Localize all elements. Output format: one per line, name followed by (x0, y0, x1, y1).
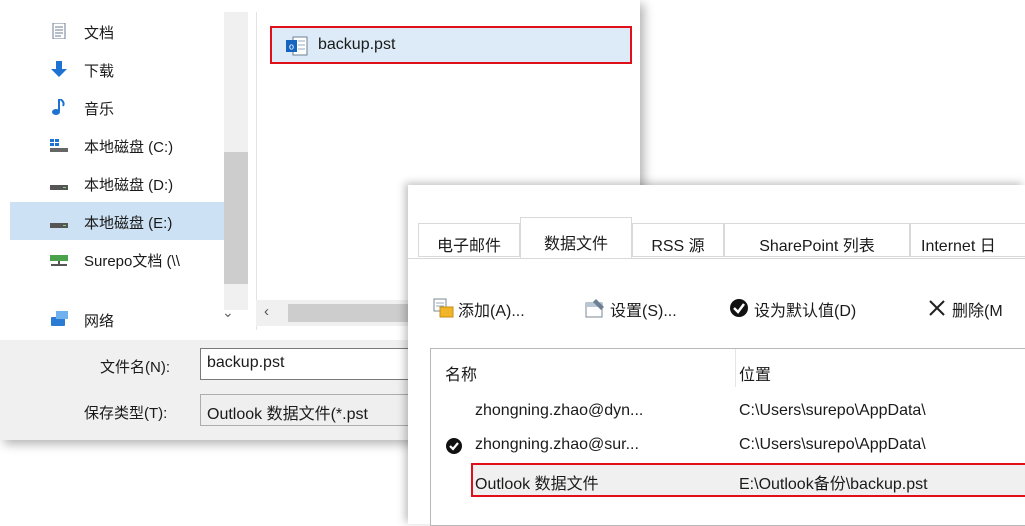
nav-item-network[interactable]: 网络 (10, 300, 248, 338)
column-header-location[interactable]: 位置 (739, 361, 771, 385)
tab-rss-feeds[interactable]: RSS 源 (632, 223, 724, 257)
filetype-label: 保存类型(T): (84, 405, 168, 422)
settings-button-label: 设置(S)... (610, 303, 677, 320)
nav-item-label: 下载 (84, 63, 115, 80)
set-default-button-label: 设为默认值(D) (754, 303, 857, 320)
download-arrow-icon (51, 61, 67, 77)
close-icon (929, 300, 945, 316)
delete-button-label: 删除(M (952, 303, 1003, 320)
drive-icon (50, 223, 68, 228)
tab-internet-calendars[interactable]: Internet 日 (910, 223, 1025, 257)
settings-button[interactable]: 设置(S)... (584, 293, 712, 323)
filetype-select[interactable]: Outlook 数据文件(*.pst (200, 394, 430, 426)
scrollbar-thumb[interactable] (224, 152, 248, 284)
nav-item-label: 本地磁盘 (E:) (84, 215, 173, 232)
row-location: E:\Outlook备份\backup.pst (739, 476, 928, 493)
tab-data-files[interactable]: 数据文件 (520, 217, 632, 259)
row-location: C:\Users\surepo\AppData\ (739, 436, 926, 453)
account-settings-dialog: 电子邮件 数据文件 RSS 源 SharePoint 列表 Internet 日… (408, 185, 1025, 526)
network-icon (51, 311, 68, 326)
tab-sharepoint-lists[interactable]: SharePoint 列表 (724, 223, 910, 257)
column-divider[interactable] (735, 349, 736, 387)
row-name: zhongning.zhao@sur... (475, 436, 639, 453)
delete-button[interactable]: 删除(M (926, 293, 1025, 323)
add-button-label: 添加(A)... (458, 303, 525, 320)
table-row-outlook-data-file[interactable]: Outlook 数据文件 E:\Outlook备份\backup.pst (471, 463, 1025, 497)
chevron-down-icon[interactable]: ⌄ (222, 304, 234, 321)
nav-item-drive-d[interactable]: 本地磁盘 (D:) (10, 164, 248, 202)
file-name: backup.pst (318, 36, 396, 53)
chevron-left-icon[interactable]: ‹ (264, 303, 269, 320)
data-files-toolbar: 添加(A)... 设置(S)... 设为默认值(D) 删除(M (408, 293, 1025, 323)
file-item-backup-pst[interactable]: o backup.pst (270, 26, 632, 64)
nav-item-downloads[interactable]: 下载 (10, 50, 248, 88)
nav-item-drive-e[interactable]: 本地磁盘 (E:) (10, 202, 248, 240)
set-default-button[interactable]: 设为默认值(D) (728, 293, 908, 323)
column-header-name[interactable]: 名称 (445, 361, 477, 385)
nav-item-label: 本地磁盘 (C:) (84, 139, 174, 156)
nav-item-label: 文档 (84, 25, 115, 42)
nav-item-music[interactable]: 音乐 (10, 88, 248, 126)
settings-icon (585, 299, 604, 318)
row-name: zhongning.zhao@dyn... (475, 402, 644, 419)
filename-input[interactable]: backup.pst (200, 348, 430, 380)
table-row[interactable]: zhongning.zhao@sur... C:\Users\surepo\Ap… (431, 429, 1025, 463)
nav-item-drive-c[interactable]: 本地磁盘 (C:) (10, 126, 248, 164)
tab-email[interactable]: 电子邮件 (418, 223, 520, 257)
nav-vertical-scrollbar[interactable] (224, 12, 248, 310)
drive-icon (50, 185, 68, 190)
nav-item-label: 音乐 (84, 101, 115, 118)
document-icon (52, 23, 66, 39)
navigation-pane: 文档 下载 音乐 本地磁盘 (C:) 本地磁盘 (D:) 本地磁盘 (E:) S… (10, 12, 248, 338)
row-name: Outlook 数据文件 (475, 476, 599, 493)
nav-item-label: Surepo文档 (\\ (84, 253, 180, 270)
add-button[interactable]: 添加(A)... (432, 293, 564, 323)
system-drive-icon (50, 139, 68, 152)
svg-text:o: o (289, 42, 294, 52)
network-drive-icon (50, 255, 68, 266)
nav-item-label: 本地磁盘 (D:) (84, 177, 174, 194)
default-check-icon (446, 438, 462, 454)
add-data-file-icon (433, 298, 454, 318)
data-files-list: 名称 位置 zhongning.zhao@dyn... C:\Users\sur… (430, 348, 1025, 526)
outlook-pst-icon: o (286, 36, 308, 56)
nav-item-documents[interactable]: 文档 (10, 12, 248, 50)
nav-item-surepo-share[interactable]: Surepo文档 (\\ (10, 240, 248, 278)
nav-item-label: 网络 (84, 313, 115, 330)
tab-divider (408, 258, 1025, 259)
filename-label: 文件名(N): (100, 359, 170, 376)
tab-strip: 电子邮件 数据文件 RSS 源 SharePoint 列表 Internet 日 (408, 185, 1025, 259)
row-location: C:\Users\surepo\AppData\ (739, 402, 926, 419)
music-note-icon (52, 99, 65, 115)
check-circle-icon (730, 299, 748, 317)
table-row[interactable]: zhongning.zhao@dyn... C:\Users\surepo\Ap… (431, 395, 1025, 429)
